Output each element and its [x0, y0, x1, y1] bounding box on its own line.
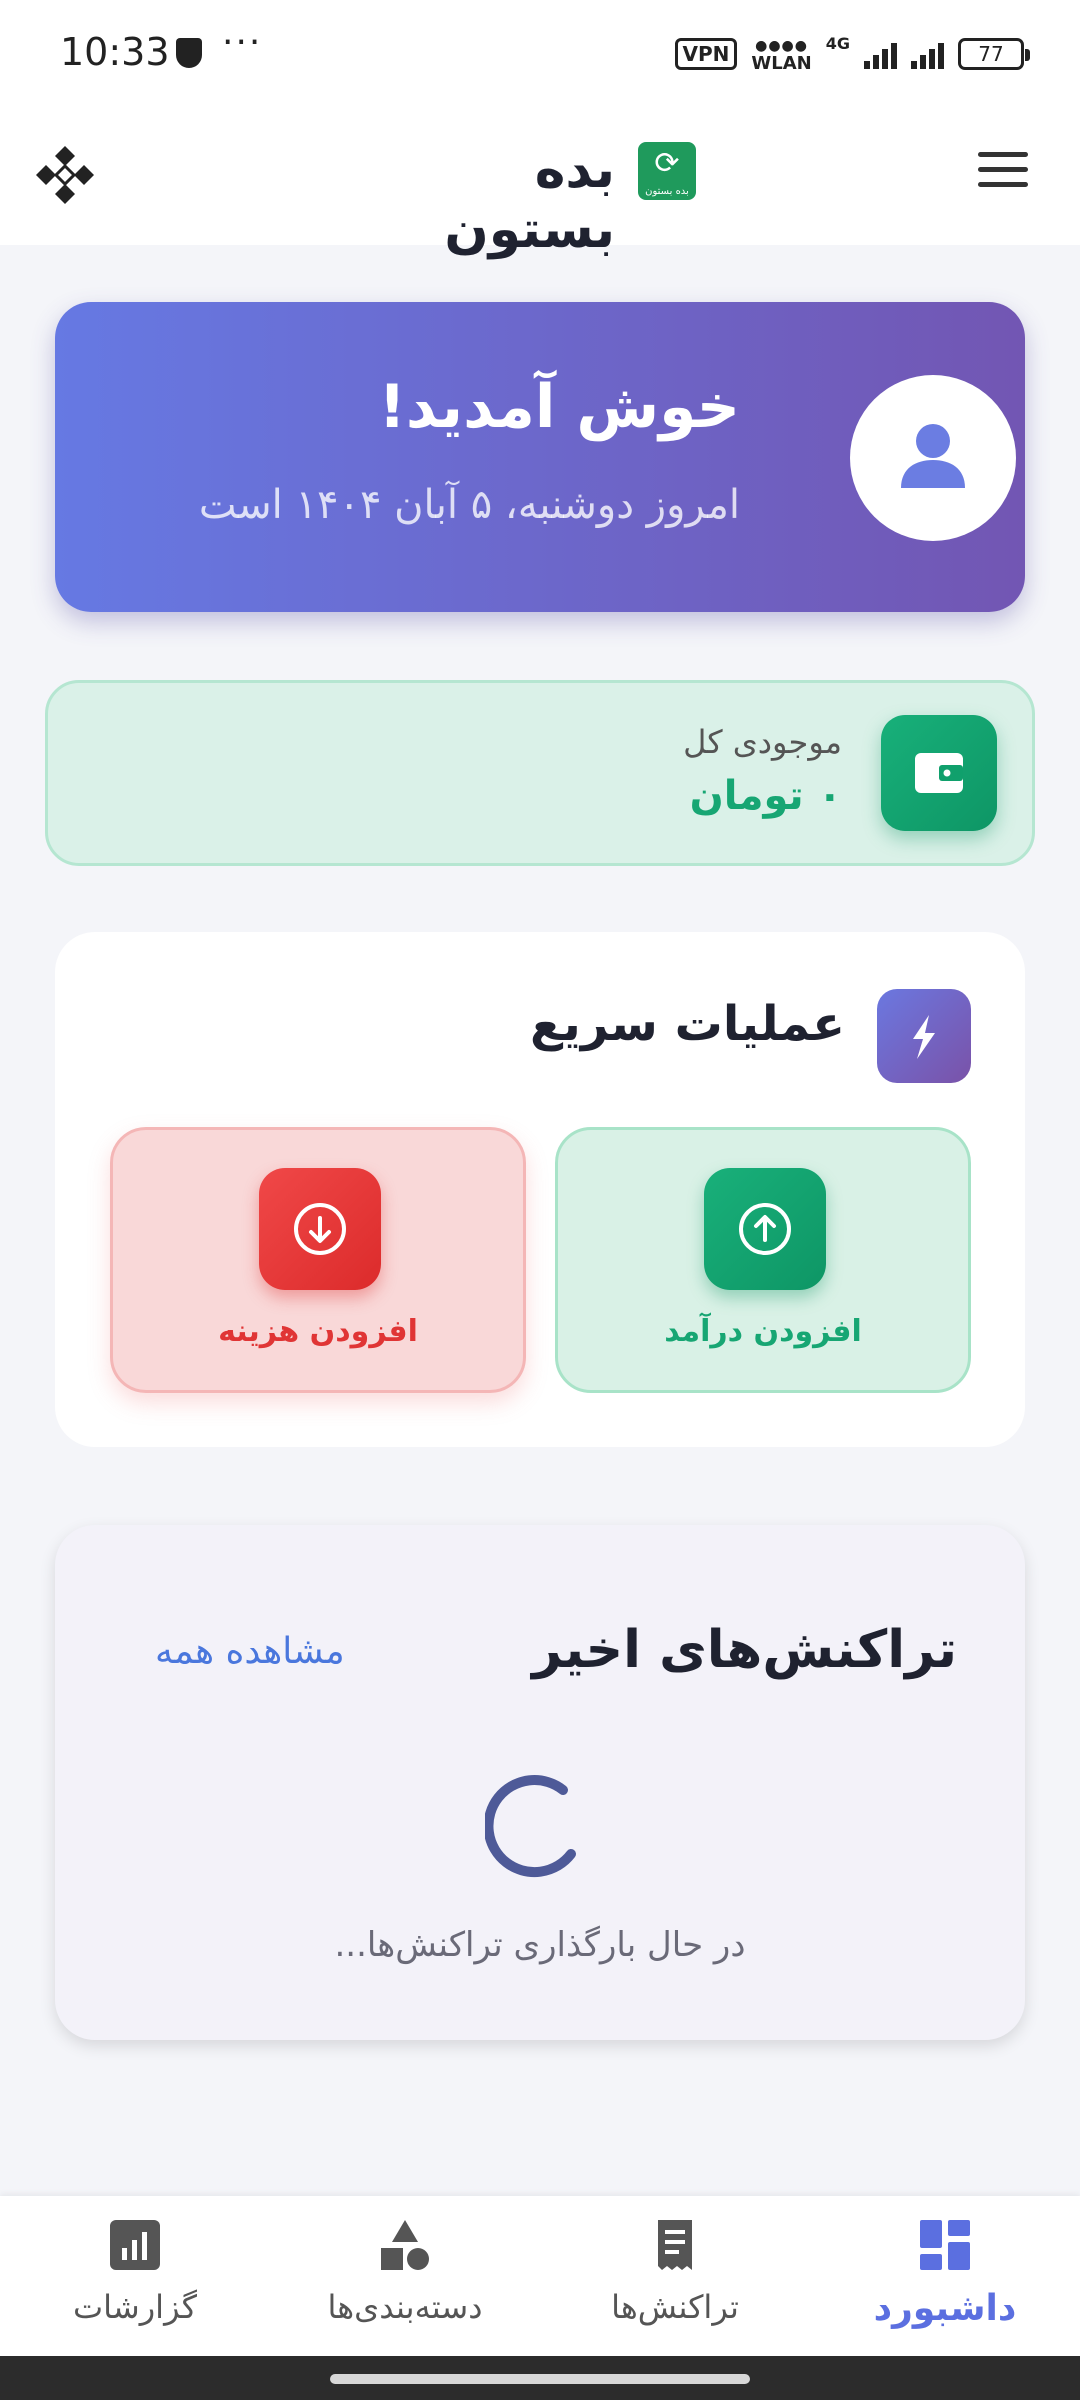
nav-categories-label: دسته‌بندی‌ها: [327, 2288, 483, 2326]
vpn-badge: VPN: [674, 38, 738, 70]
add-income-button[interactable]: افزودن درآمد: [555, 1127, 971, 1393]
quick-actions-title: عملیات سریع: [530, 996, 845, 1052]
nav-reports[interactable]: گزارشات: [0, 2196, 270, 2356]
shield-icon: [176, 38, 202, 68]
shapes-icon: [381, 2220, 429, 2270]
nav-categories[interactable]: دسته‌بندی‌ها: [270, 2196, 540, 2356]
app-screen: 10:33 ··· VPN ●●●● WLAN 4G 77 ⟳ بده بستون…: [0, 0, 1080, 2400]
arrow-down-circle-icon: [259, 1168, 381, 1290]
balance-card: موجودی کل ۰ تومان: [45, 680, 1035, 866]
app-logo-icon: ⟳ بده بستون: [638, 142, 696, 200]
network-type: 4G: [825, 34, 850, 53]
arrow-up-circle-icon: [704, 1168, 826, 1290]
welcome-date: امروز دوشنبه، ۵ آبان ۱۴۰۴ است: [198, 482, 740, 528]
app-header: ⟳ بده بستون بده بستون: [0, 110, 1080, 260]
add-income-label: افزودن درآمد: [664, 1314, 862, 1349]
app-title: بده بستون: [444, 140, 615, 260]
balance-label: موجودی کل: [683, 723, 842, 761]
wallet-icon: [881, 715, 997, 831]
recent-transactions-title: تراکنش‌های اخیر: [532, 1620, 957, 1680]
extension-icon[interactable]: [34, 144, 96, 206]
nav-reports-label: گزارشات: [73, 2288, 197, 2326]
signal-icon: [864, 39, 897, 69]
nav-dashboard-label: داشبورد: [873, 2288, 1017, 2329]
nav-transactions-label: تراکنش‌ها: [611, 2288, 739, 2326]
chart-icon: [110, 2220, 160, 2270]
loading-text: در حال بارگذاری تراکنش‌ها...: [334, 1925, 746, 1965]
gesture-bar: [0, 2356, 1080, 2400]
quick-actions-card: عملیات سریع افزودن درآمد افزودن هزینه: [55, 932, 1025, 1447]
welcome-card: خوش آمدید! امروز دوشنبه، ۵ آبان ۱۴۰۴ است: [55, 302, 1025, 612]
nav-transactions[interactable]: تراکنش‌ها: [540, 2196, 810, 2356]
lightning-icon: [877, 989, 971, 1083]
more-notifications-icon: ···: [222, 22, 263, 63]
home-indicator[interactable]: [330, 2374, 750, 2384]
avatar[interactable]: [850, 375, 1016, 541]
status-indicators: VPN ●●●● WLAN 4G 77: [674, 34, 1030, 74]
status-bar: 10:33 ··· VPN ●●●● WLAN 4G 77: [0, 0, 1080, 110]
add-expense-button[interactable]: افزودن هزینه: [110, 1127, 526, 1393]
wifi-icon: ●●●● WLAN: [751, 37, 812, 74]
app-logo-text: بده بستون: [645, 186, 689, 197]
bottom-navigation: داشبورد تراکنش‌ها دسته‌بندی‌ها: [0, 2196, 1080, 2356]
welcome-title: خوش آمدید!: [378, 372, 740, 442]
wlan-label: WLAN: [751, 52, 812, 74]
status-time: 10:33: [60, 30, 170, 74]
recent-transactions-card: تراکنش‌های اخیر مشاهده همه در حال بارگذا…: [55, 1525, 1025, 2040]
signal-icon-2: [911, 39, 944, 69]
view-all-link[interactable]: مشاهده همه: [155, 1631, 345, 1672]
battery-icon: 77: [958, 38, 1030, 70]
add-expense-label: افزودن هزینه: [218, 1314, 418, 1349]
dashboard-icon: [920, 2220, 970, 2270]
user-icon: [901, 424, 965, 488]
receipt-icon: [658, 2220, 692, 2270]
balance-value: ۰ تومان: [689, 773, 842, 819]
menu-button[interactable]: [978, 150, 1028, 190]
loading-spinner-icon: [485, 1775, 576, 1878]
nav-dashboard[interactable]: داشبورد: [810, 2196, 1080, 2356]
